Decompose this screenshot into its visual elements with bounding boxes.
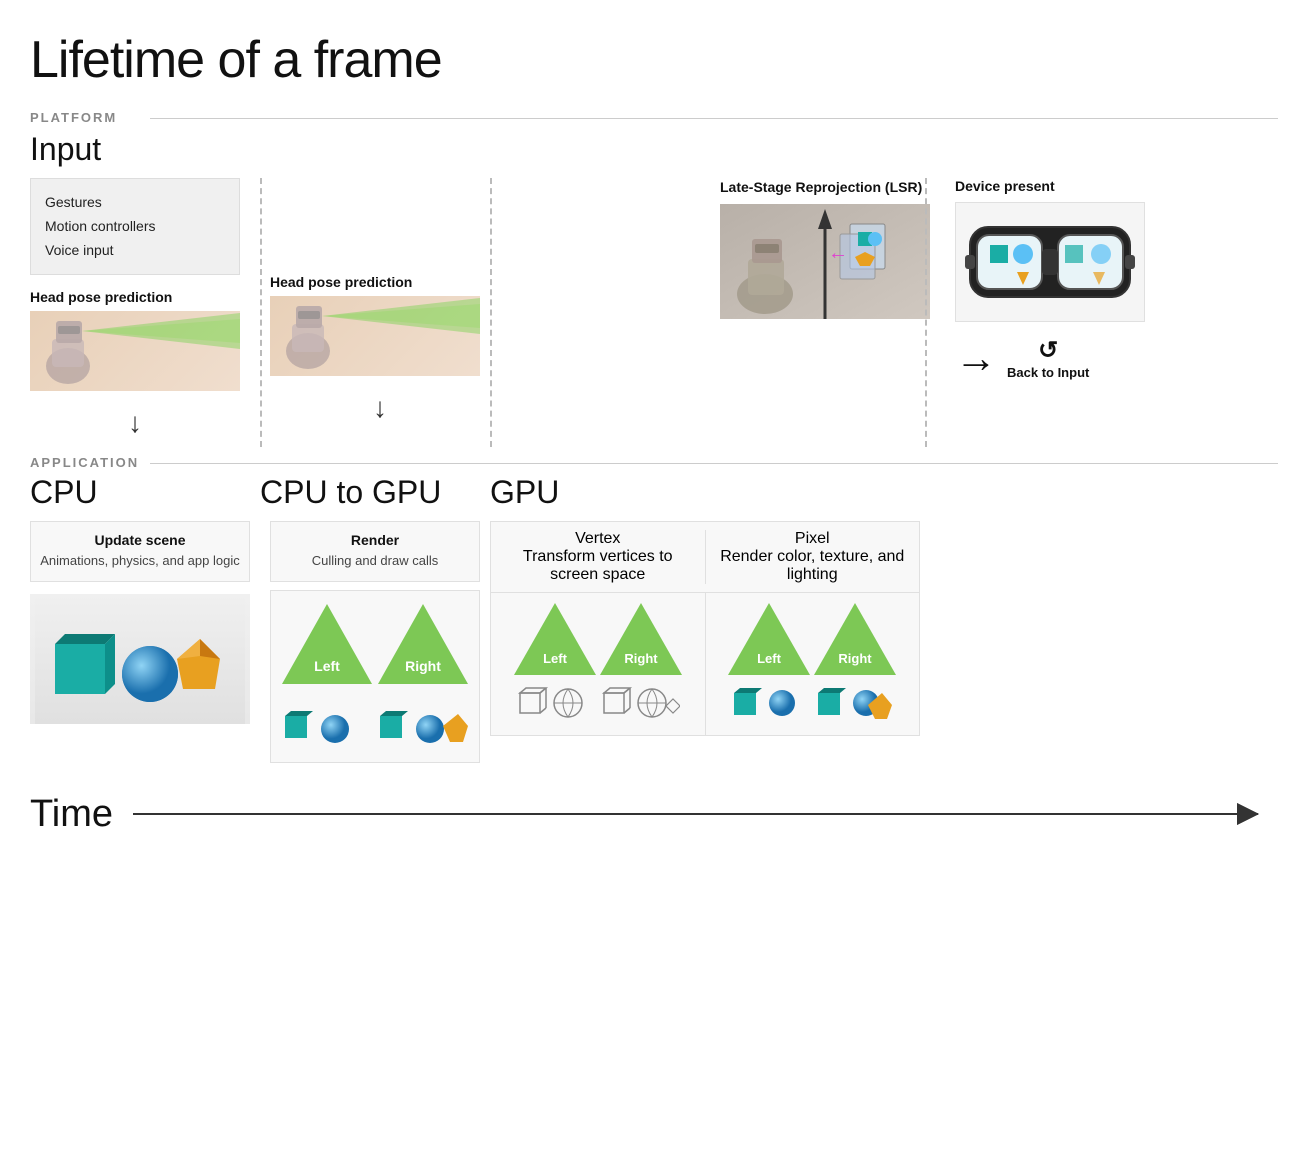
back-to-input-label: Back to Input: [1007, 365, 1089, 381]
pixel-left-tri: Left: [728, 599, 810, 679]
vertex-wireframes: [514, 679, 682, 729]
pixel-right-tri: Right: [814, 599, 896, 679]
gpu-col-label: GPU: [490, 474, 920, 521]
svg-text:Left: Left: [543, 651, 568, 666]
vertex-wf-svg-left: [516, 683, 596, 725]
time-row: Time: [30, 793, 1278, 836]
update-scene-desc: Animations, physics, and app logic: [39, 552, 241, 570]
back-to-input-section: ↺ Back to Input: [1007, 336, 1089, 381]
cpu-to-gpu-heading: CPU to GPU: [260, 474, 490, 511]
col-cpu: Update scene Animations, physics, and ap…: [30, 521, 260, 723]
svg-text:Right: Right: [624, 651, 658, 666]
divider-2: [490, 178, 492, 447]
platform-section-label: PLATFORM: [30, 110, 1278, 125]
head-pose-svg-1: [30, 311, 240, 391]
device-present-label: Device present: [955, 178, 1140, 194]
right-tri-svg: Right: [378, 599, 468, 689]
svg-text:Right: Right: [839, 651, 873, 666]
divider-1: [260, 178, 262, 447]
svg-text:←: ←: [828, 242, 848, 264]
render-card: Render Culling and draw calls: [270, 521, 480, 581]
render-title: Render: [279, 532, 471, 548]
input-item-1: Gestures: [45, 191, 225, 215]
render-triangles-row: Left Right: [282, 599, 468, 694]
render-triangles: Left Right: [270, 590, 480, 763]
head-pose-label-2: Head pose prediction: [270, 274, 490, 290]
render-objects-row: [275, 700, 475, 758]
pixel-colored-objects: [728, 679, 896, 729]
vertex-title: Vertex: [497, 530, 699, 548]
vertex-right-tri: Right: [600, 599, 682, 679]
application-area: Update scene Animations, physics, and ap…: [30, 521, 1278, 762]
pixel-colored-svg-left: [730, 683, 810, 725]
arrow-right-icon: →: [955, 334, 997, 382]
arrow-down-2: ↓: [270, 392, 490, 424]
main-title: Lifetime of a frame: [30, 30, 1278, 90]
time-arrow-line: [133, 813, 1258, 815]
col-device-present: Device present: [940, 178, 1140, 382]
head-pose-svg-2: [270, 296, 480, 376]
goggles-image: [955, 202, 1145, 322]
vertex-tri-row: Left Right: [514, 599, 682, 679]
input-heading: Input: [30, 131, 1278, 168]
device-present-footer: → ↺ Back to Input: [955, 334, 1140, 382]
col-input: Gestures Motion controllers Voice input …: [30, 178, 260, 447]
col-gpu: Vertex Transform vertices to screen spac…: [490, 521, 920, 736]
update-scene-title: Update scene: [39, 532, 241, 548]
render-objects-svg: [280, 704, 470, 754]
head-pose-image-2: [270, 296, 480, 376]
pixel-title: Pixel: [712, 530, 914, 548]
vertex-left-tri: Left: [514, 599, 596, 679]
gpu-triangles-area: Left Right: [490, 593, 920, 736]
vertex-half: Vertex Transform vertices to screen spac…: [491, 522, 705, 592]
objects-preview-image: [30, 594, 250, 724]
pixel-tri-row: Left Right: [728, 599, 896, 679]
objects-svg: [35, 594, 245, 724]
input-box: Gestures Motion controllers Voice input: [30, 178, 240, 275]
input-item-3: Voice input: [45, 239, 225, 263]
gpu-heading: GPU: [490, 474, 920, 511]
vertex-desc: Transform vertices to screen space: [497, 548, 699, 584]
pixel-half: Pixel Render color, texture, and lightin…: [706, 522, 920, 592]
left-tri-svg: Left: [282, 599, 372, 689]
render-left-triangle: Left: [282, 599, 372, 694]
col-head-pose-2: Head pose prediction ↓: [260, 178, 490, 432]
vertex-wf-svg-right: [600, 683, 680, 725]
arrow-down-1: ↓: [30, 407, 240, 439]
input-item-2: Motion controllers: [45, 215, 225, 239]
refresh-icon: ↺: [1038, 336, 1058, 365]
lsr-scene-image: ←: [720, 204, 930, 319]
vertex-triangles: Left Right: [491, 593, 706, 735]
divider-3: [925, 178, 927, 447]
pixel-colored-svg-right: [814, 683, 894, 725]
platform-area: Gestures Motion controllers Voice input …: [30, 178, 1278, 447]
col-lsr: Late-Stage Reprojection (LSR): [710, 178, 940, 319]
right-label-text: Right: [405, 658, 441, 674]
left-label-text: Left: [314, 658, 340, 674]
pixel-desc: Render color, texture, and lighting: [712, 548, 914, 584]
pixel-triangles: Left Right: [706, 593, 920, 735]
render-desc: Culling and draw calls: [279, 552, 471, 570]
head-pose-image-1: [30, 311, 240, 391]
col-label-row: CPU CPU to GPU GPU: [30, 474, 1278, 521]
page-container: Lifetime of a frame PLATFORM Input Gestu…: [30, 30, 1278, 836]
update-scene-card: Update scene Animations, physics, and ap…: [30, 521, 250, 581]
cpu-to-gpu-col-label: CPU to GPU: [260, 474, 490, 521]
col-cpu-to-gpu: Render Culling and draw calls Left: [260, 521, 490, 762]
lsr-svg: ←: [720, 204, 930, 319]
time-label: Time: [30, 793, 113, 836]
cpu-col-label: CPU: [30, 474, 260, 521]
application-section-label: APPLICATION: [30, 455, 1278, 470]
cpu-heading: CPU: [30, 474, 260, 511]
time-arrow-head: [1237, 803, 1259, 825]
lsr-title: Late-Stage Reprojection (LSR): [720, 178, 940, 196]
render-right-triangle: Right: [378, 599, 468, 694]
head-pose-label-1: Head pose prediction: [30, 289, 240, 305]
gpu-stage-card: Vertex Transform vertices to screen spac…: [490, 521, 920, 593]
goggles-svg: [965, 207, 1135, 317]
svg-text:Left: Left: [757, 651, 782, 666]
